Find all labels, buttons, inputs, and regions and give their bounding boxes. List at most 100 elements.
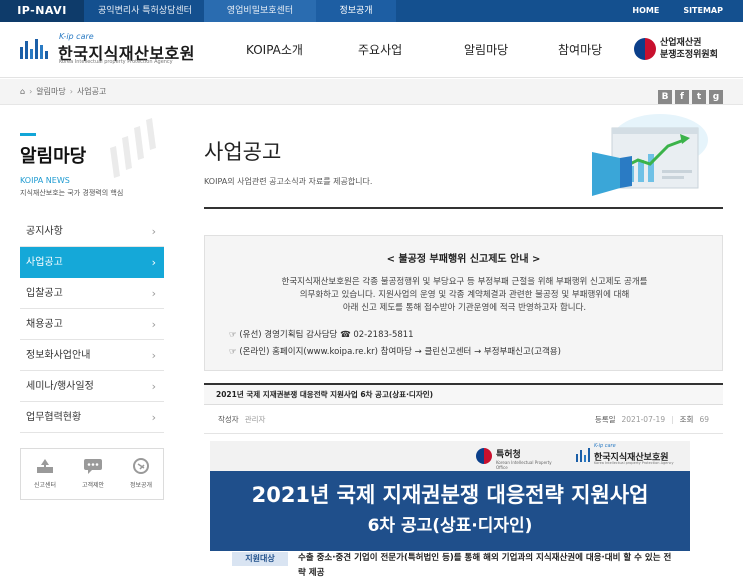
breadcrumb-item-business-notice[interactable]: 사업공고 (77, 87, 106, 96)
sidebar-item-label: 공지사항 (26, 226, 63, 237)
notice-line: 의무화하고 있습니다. 지원사업의 운영 및 각종 계약체결과 관련한 불공정 … (299, 290, 630, 300)
sidebar-accent-bar (20, 133, 36, 136)
sidebar-title: 알림마당 (20, 146, 87, 167)
chevron-right-icon: › (151, 256, 156, 269)
poster-target-description: 수출 중소·중견 기업이 전문가(특허법인 등)를 통해 해외 기업과의 지식재… (298, 553, 672, 578)
sidebar-item-business-notice[interactable]: 사업공고 › (20, 247, 164, 278)
kipo-logo: 특허청 Korean Intellectual Property Office (476, 445, 556, 470)
chevron-right-icon: › (69, 87, 73, 96)
announcement-poster-image: 특허청 Korean Intellectual Property Office … (210, 441, 690, 587)
top-links: HOME SITEMAP (608, 0, 723, 22)
quick-label: 고객제안 (81, 482, 105, 489)
divider: | (671, 415, 674, 424)
post-meta: 작성자 관리자 등록일 2021-07-19 | 조회 69 (204, 406, 723, 434)
sidebar-item-it-projects[interactable]: 정보화사업안내 › (20, 340, 164, 371)
kipo-name: 특허청 (496, 450, 521, 460)
chevron-right-icon: › (151, 380, 156, 393)
decorative-stripes-icon (110, 118, 156, 178)
views-label: 조회 (679, 415, 694, 424)
chevron-right-icon: › (151, 349, 156, 362)
home-icon[interactable]: ⌂ (20, 87, 25, 96)
chevron-right-icon: › (151, 287, 156, 300)
breadcrumb-bar: ⌂ › 알림마당 › 사업공고 Bftg (0, 79, 743, 105)
koipa-logo-icon (576, 448, 590, 462)
sitemap-link[interactable]: SITEMAP (683, 6, 723, 15)
page-title: 사업공고 (204, 140, 282, 164)
chat-icon (84, 459, 102, 474)
sidebar-menu: 공지사항 › 사업공고 › 입찰공고 › 채용공고 › 정보화사업안내 › 세미나/행사일… (20, 216, 164, 433)
chevron-right-icon: › (29, 87, 33, 96)
top-utility-bar: IP-NAVI 공익변리사 특허상담센터 영업비밀보호센터 정보공개 HOME S… (0, 0, 743, 22)
poster-koipa-tagline: K-ip care (594, 443, 616, 449)
views-value: 69 (699, 415, 709, 424)
quick-label: 신고센터 (33, 482, 57, 489)
home-link[interactable]: HOME (632, 6, 659, 15)
chevron-right-icon: › (151, 411, 156, 424)
site-header: K-ip care 한국지식재산보호원 Korea Intellectual p… (0, 22, 743, 78)
quick-label: 정보공개 (129, 482, 153, 489)
sidebar-item-label: 채용공고 (26, 319, 63, 330)
taegeuk-emblem-icon (476, 448, 492, 464)
breadcrumb-item-notices[interactable]: 알림마당 (36, 87, 65, 96)
twitter-share-icon[interactable]: t (692, 90, 706, 104)
chevron-right-icon: › (151, 318, 156, 331)
nav-koipa-intro[interactable]: KOIPA소개 (246, 22, 303, 78)
poster-target-tag: 지원대상 (232, 552, 288, 566)
notice-line: 아래 신고 제도를 통해 접수받아 기관운영에 적극 반영하고자 합니다. (342, 303, 587, 313)
poster-koipa-english: Korea Intellectual property Protection A… (594, 461, 674, 465)
notice-phone-contact: ☞ (유선) 경영기획팀 감사담당 ☎ 02-2183-5811 (229, 330, 414, 340)
sidebar-item-bid-notice[interactable]: 입찰공고 › (20, 278, 164, 309)
sidebar-item-announcements[interactable]: 공지사항 › (20, 216, 164, 247)
partner-line1: 산업재산권 (660, 38, 702, 48)
blog-share-icon[interactable]: B (658, 90, 672, 104)
top-tab-info-disclosure[interactable]: 정보공개 (316, 0, 396, 22)
sidebar-item-label: 업무협력현황 (26, 412, 82, 423)
nav-participation[interactable]: 참여마당 (558, 22, 602, 78)
sidebar-item-seminar-schedule[interactable]: 세미나/행사일정 › (20, 371, 164, 402)
notice-paragraph: 한국지식재산보호원은 각종 불공정행위 및 부당요구 등 부정부패 근절을 위해… (225, 276, 704, 315)
sidebar-english-title: KOIPA NEWS (20, 176, 70, 185)
sidebar-item-label: 입찰공고 (26, 288, 63, 299)
koipa-logo-icon[interactable] (20, 37, 50, 63)
breadcrumb: ⌂ › 알림마당 › 사업공고 (20, 79, 106, 105)
author-value: 관리자 (244, 415, 266, 424)
date-value: 2021-07-19 (621, 415, 666, 424)
author-label: 작성자 (218, 415, 239, 424)
sns-share: Bftg (655, 84, 723, 104)
sidebar-item-recruitment[interactable]: 채용공고 › (20, 309, 164, 340)
facebook-share-icon[interactable]: f (675, 90, 689, 104)
top-tab-trade-secret[interactable]: 영업비밀보호센터 (204, 0, 316, 22)
poster-koipa-logo: K-ip care 한국지식재산보호원 Korea Intellectual p… (576, 443, 686, 467)
poster-subheadline: 6차 공고(상표·디자인) (367, 516, 533, 536)
notice-line: 한국지식재산보호원은 각종 불공정행위 및 부당요구 등 부정부패 근절을 위해… (281, 277, 648, 287)
quick-links: 신고센터 고객제안 정보공개 (20, 448, 164, 500)
ip-navi-link[interactable]: IP-NAVI (0, 0, 84, 22)
page-description: KOIPA의 사업관련 공고소식과 자료를 제공합니다. (204, 177, 373, 186)
notice-online-contact[interactable]: ☞ (온라인) 홈페이지(www.koipa.re.kr) 참여마당 → 클린신… (229, 345, 561, 357)
dispute-committee-link[interactable]: 산업재산권 분쟁조정위원회 (634, 36, 734, 64)
chart-presentation-illustration-icon (592, 114, 708, 196)
title-divider (204, 207, 723, 209)
date-label: 등록일 (594, 415, 616, 424)
poster-headline: 2021년 국제 지재권분쟁 대응전략 지원사업 (251, 483, 649, 507)
post-title-bar: 2021년 국제 지재권분쟁 대응전략 지원사업 6차 공고(상표·디자인) (204, 383, 723, 405)
nav-main-business[interactable]: 주요사업 (358, 22, 402, 78)
quick-customer-suggestion[interactable]: 고객제안 (69, 449, 117, 499)
search-doc-icon (133, 458, 149, 474)
sidebar-item-label: 사업공고 (26, 257, 63, 268)
google-share-icon[interactable]: g (709, 90, 723, 104)
kipo-english: Korean Intellectual Property Office (496, 460, 552, 470)
sidebar-subtitle: 지식재산보호는 국가 경쟁력의 핵심 (20, 189, 124, 197)
poster-headline-band: 2021년 국제 지재권분쟁 대응전략 지원사업 6차 공고(상표·디자인) (210, 471, 690, 551)
quick-info-disclosure[interactable]: 정보공개 (117, 449, 165, 499)
top-tab-patent-counsel[interactable]: 공익변리사 특허상담센터 (86, 0, 204, 22)
sidebar-item-label: 세미나/행사일정 (26, 381, 94, 392)
logo-english-name: Korea Intellectual property Protection A… (59, 59, 173, 65)
quick-report-center[interactable]: 신고센터 (21, 449, 69, 499)
post-title: 2021년 국제 지재권분쟁 대응전략 지원사업 6차 공고(상표·디자인) (216, 390, 434, 399)
nav-notices[interactable]: 알림마당 (464, 22, 508, 78)
sidebar-item-label: 정보화사업안내 (26, 350, 91, 361)
report-icon (37, 459, 53, 473)
notice-title: < 불공정 부패행위 신고제도 안내 > (386, 254, 541, 265)
sidebar-item-cooperation[interactable]: 업무협력현황 › (20, 402, 164, 433)
